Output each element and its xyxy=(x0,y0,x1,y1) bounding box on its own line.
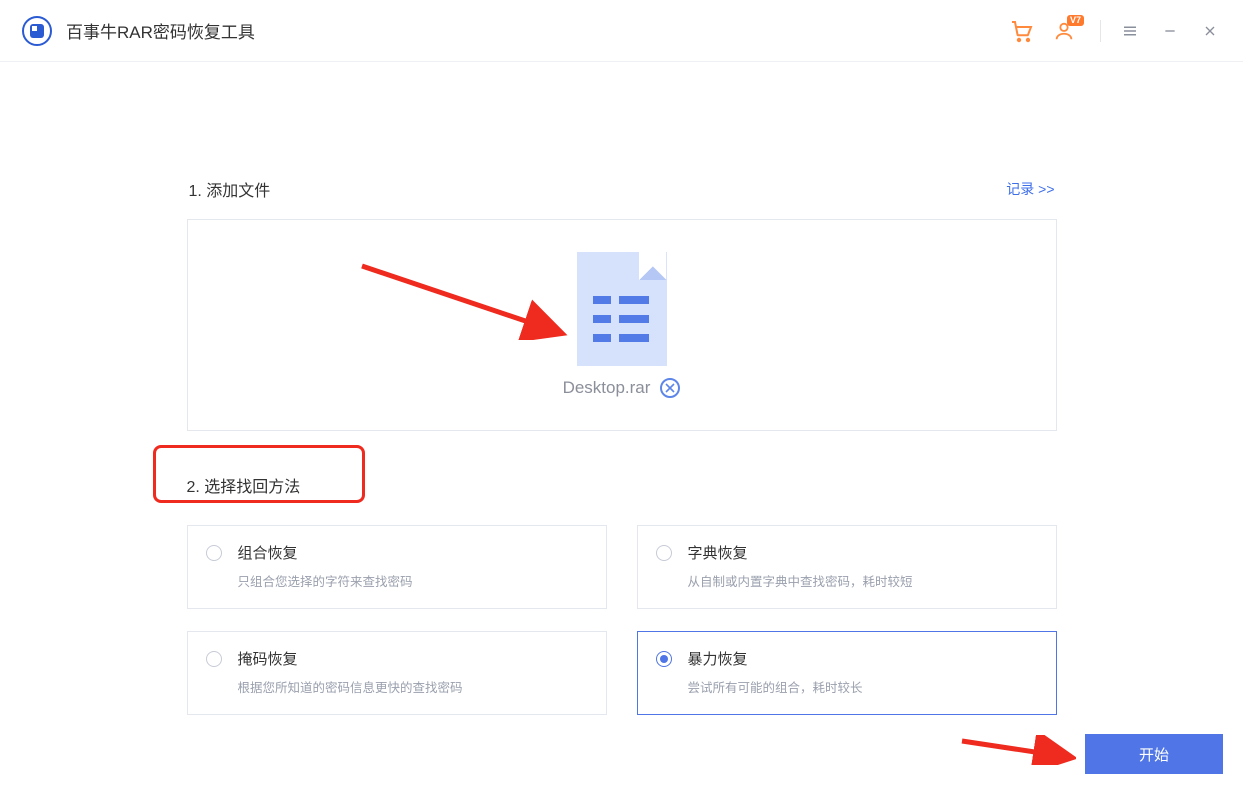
step2-title: 2. 选择找回方法 xyxy=(187,473,1057,497)
cart-icon[interactable] xyxy=(1010,19,1034,43)
annotation-arrow-icon xyxy=(958,735,1076,765)
method-bruteforce[interactable]: 暴力恢复 尝试所有可能的组合，耗时较长 xyxy=(637,631,1057,715)
file-name-row: Desktop.rar xyxy=(563,378,681,398)
method-desc: 从自制或内置字典中查找密码，耗时较短 xyxy=(688,571,913,590)
method-dictionary[interactable]: 字典恢复 从自制或内置字典中查找密码，耗时较短 xyxy=(637,525,1057,609)
radio-icon xyxy=(206,545,222,561)
radio-icon xyxy=(656,545,672,561)
header-right: V7 xyxy=(1010,19,1221,43)
radio-icon xyxy=(206,651,222,667)
user-badge: V7 xyxy=(1067,15,1084,26)
recovery-methods: 组合恢复 只组合您选择的字符来查找密码 字典恢复 从自制或内置字典中查找密码，耗… xyxy=(187,525,1057,715)
file-drop-area[interactable]: Desktop.rar xyxy=(187,219,1057,431)
method-desc: 尝试所有可能的组合，耗时较长 xyxy=(688,677,863,696)
window-header: 百事牛RAR密码恢复工具 V7 xyxy=(0,0,1243,62)
file-icon xyxy=(577,252,667,366)
records-link[interactable]: 记录 >> xyxy=(1006,179,1054,199)
method-mask[interactable]: 掩码恢复 根据您所知道的密码信息更快的查找密码 xyxy=(187,631,607,715)
main-content: 1. 添加文件 记录 >> Desktop.rar xyxy=(0,177,1243,715)
method-combination[interactable]: 组合恢复 只组合您选择的字符来查找密码 xyxy=(187,525,607,609)
app-title: 百事牛RAR密码恢复工具 xyxy=(66,18,255,43)
menu-icon[interactable] xyxy=(1119,20,1141,42)
app-logo-icon xyxy=(22,16,52,46)
radio-icon xyxy=(656,651,672,667)
method-title: 组合恢复 xyxy=(238,542,413,563)
step2-header: 2. 选择找回方法 xyxy=(187,473,1057,497)
header-left: 百事牛RAR密码恢复工具 xyxy=(22,16,255,46)
method-desc: 只组合您选择的字符来查找密码 xyxy=(238,571,413,590)
remove-file-button[interactable] xyxy=(660,378,680,398)
close-icon[interactable] xyxy=(1199,20,1221,42)
method-title: 暴力恢复 xyxy=(688,648,863,669)
minimize-icon[interactable] xyxy=(1159,20,1181,42)
divider xyxy=(1100,20,1101,42)
method-desc: 根据您所知道的密码信息更快的查找密码 xyxy=(238,677,463,696)
method-title: 字典恢复 xyxy=(688,542,913,563)
user-icon[interactable]: V7 xyxy=(1052,19,1076,43)
method-title: 掩码恢复 xyxy=(238,648,463,669)
step1-title: 1. 添加文件 xyxy=(189,177,271,201)
file-name-label: Desktop.rar xyxy=(563,378,651,398)
step1-header: 1. 添加文件 记录 >> xyxy=(187,177,1057,201)
start-button[interactable]: 开始 xyxy=(1085,734,1223,774)
